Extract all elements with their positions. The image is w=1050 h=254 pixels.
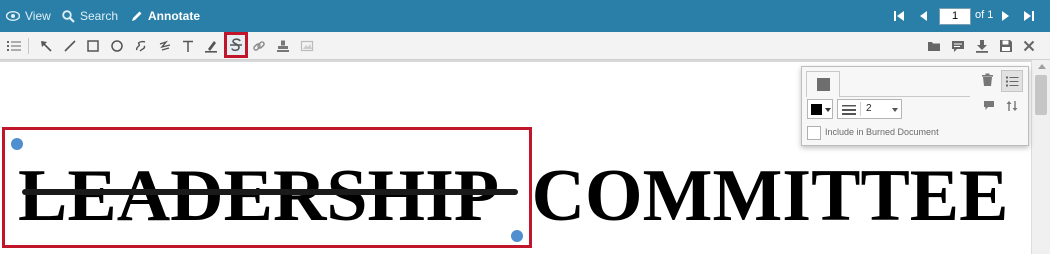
text-tool[interactable]: [178, 36, 198, 56]
link-icon: [253, 41, 265, 51]
freehand-icon: [135, 40, 146, 52]
close-icon: [1023, 40, 1035, 52]
previous-page-icon[interactable]: [916, 9, 930, 23]
select-divider: [860, 102, 861, 116]
highlight-tool[interactable]: [201, 36, 221, 56]
download-icon: [976, 40, 988, 53]
include-burned-checkbox[interactable]: [807, 126, 821, 140]
comment-icon[interactable]: [983, 100, 995, 111]
list-icon: [7, 41, 21, 51]
tab-search[interactable]: Search: [62, 0, 118, 32]
comments-button[interactable]: [948, 36, 968, 56]
save-button[interactable]: [996, 36, 1016, 56]
rectangle-tool[interactable]: [83, 36, 103, 56]
strikethrough-tool[interactable]: [224, 32, 248, 58]
link-tool[interactable]: [249, 36, 269, 56]
trash-icon[interactable]: [981, 73, 994, 87]
ellipse-tool[interactable]: [107, 36, 127, 56]
chevron-down-icon: [825, 108, 831, 112]
select-tool[interactable]: [36, 36, 56, 56]
strikethrough-icon: [230, 38, 242, 52]
heading-word: COMMITTEE: [531, 155, 1009, 237]
eye-icon: [6, 11, 20, 21]
line-width-value: 2: [866, 103, 872, 114]
tab-search-label: Search: [80, 9, 119, 23]
vertical-scrollbar[interactable]: [1031, 60, 1050, 254]
page-number-input[interactable]: 1: [939, 8, 971, 25]
text-icon: [183, 40, 193, 52]
image-icon: [300, 40, 314, 52]
comment-icon: [952, 40, 964, 52]
include-burned-label: Include in Burned Document: [825, 127, 939, 137]
line-color-picker[interactable]: [807, 99, 833, 119]
color-swatch: [811, 104, 822, 115]
folder-icon: [928, 42, 940, 51]
tab-annotate-label: Annotate: [148, 9, 200, 23]
first-page-icon[interactable]: [892, 9, 906, 23]
tab-annotate[interactable]: Annotate: [130, 0, 200, 32]
ellipse-icon: [111, 40, 123, 52]
save-icon: [1000, 40, 1012, 52]
sort-icon[interactable]: [1006, 100, 1018, 112]
tab-view[interactable]: View: [6, 0, 51, 32]
scroll-up-arrow-icon[interactable]: [1038, 64, 1046, 69]
list-icon: [1005, 76, 1018, 86]
line-tool[interactable]: [60, 36, 80, 56]
pencil-icon: [132, 11, 142, 21]
top-bar: View Search Annotate 1 of 1: [0, 0, 1050, 32]
resize-handle-start[interactable]: [11, 138, 23, 150]
annotation-properties-panel: 2 Include in Burned Document: [801, 66, 1029, 146]
line-width-select[interactable]: 2: [837, 99, 902, 119]
page-count: of 1: [975, 9, 994, 21]
line-width-icon: [842, 105, 856, 115]
freehand-tool[interactable]: [131, 36, 151, 56]
next-page-icon[interactable]: [999, 9, 1013, 23]
search-icon: [62, 9, 75, 23]
toolbar-divider: [28, 38, 29, 54]
close-button[interactable]: [1019, 36, 1039, 56]
panel-tab-divider: [840, 96, 970, 97]
chevron-down-icon: [892, 108, 898, 112]
line-icon: [64, 40, 76, 52]
annotation-toolbar: [0, 32, 1050, 60]
annotation-list-toggle[interactable]: [1001, 70, 1023, 92]
tab-view-label: View: [25, 9, 51, 23]
last-page-icon[interactable]: [1022, 9, 1036, 23]
stamp-tool[interactable]: [273, 36, 293, 56]
select-arrow-icon: [41, 41, 52, 52]
tab-style[interactable]: [806, 71, 840, 97]
rectangle-icon: [87, 40, 99, 52]
stamp-icon: [277, 40, 289, 52]
polyline-tool[interactable]: [155, 36, 175, 56]
image-tool[interactable]: [297, 36, 317, 56]
annotation-list-button[interactable]: [4, 36, 24, 56]
open-file-button[interactable]: [924, 36, 944, 56]
style-square-icon: [817, 78, 830, 91]
annotation-selection-box[interactable]: [2, 127, 532, 248]
scroll-thumb[interactable]: [1035, 75, 1047, 115]
download-button[interactable]: [972, 36, 992, 56]
resize-handle-end[interactable]: [511, 230, 523, 242]
highlight-icon: [205, 41, 217, 53]
polyline-icon: [159, 40, 171, 51]
